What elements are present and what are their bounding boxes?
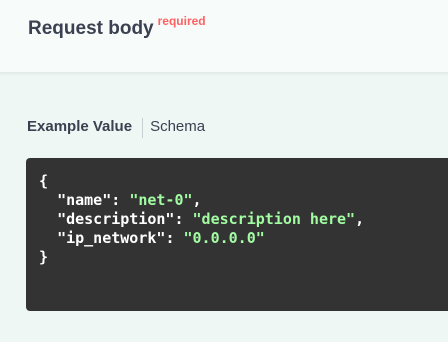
json-string-value: "net-0"	[129, 191, 193, 209]
required-badge: required	[157, 14, 206, 28]
json-separator: :	[174, 210, 193, 228]
code-line: "name": "net-0",	[39, 191, 448, 210]
request-body-label: Request body	[28, 18, 154, 39]
request-body-header: Request body required	[0, 0, 448, 73]
code-line: "ip_network": "0.0.0.0"	[39, 229, 448, 248]
request-body-title: Request body required	[28, 14, 206, 40]
json-key: "description"	[57, 210, 175, 228]
code-line-open-brace: {	[39, 172, 448, 191]
json-key: "name"	[57, 191, 112, 209]
json-key: "ip_network"	[57, 229, 166, 247]
tab-divider	[142, 118, 144, 138]
json-string-value: "description here"	[192, 210, 356, 228]
close-brace: }	[39, 248, 49, 266]
json-separator: :	[165, 229, 184, 247]
open-brace: {	[39, 172, 49, 190]
tab-schema[interactable]: Schema	[150, 118, 205, 135]
json-string-value: "0.0.0.0"	[183, 229, 265, 247]
example-value-code-block[interactable]: { "name": "net-0", "description": "descr…	[26, 158, 448, 311]
tab-example-value[interactable]: Example Value	[27, 118, 132, 135]
json-comma: ,	[192, 191, 202, 209]
code-line: "description": "description here",	[39, 210, 448, 229]
json-comma: ,	[355, 210, 365, 228]
json-separator: :	[111, 191, 130, 209]
code-line-close-brace: }	[39, 248, 448, 267]
example-schema-tabs: Example Value Schema	[27, 118, 205, 140]
